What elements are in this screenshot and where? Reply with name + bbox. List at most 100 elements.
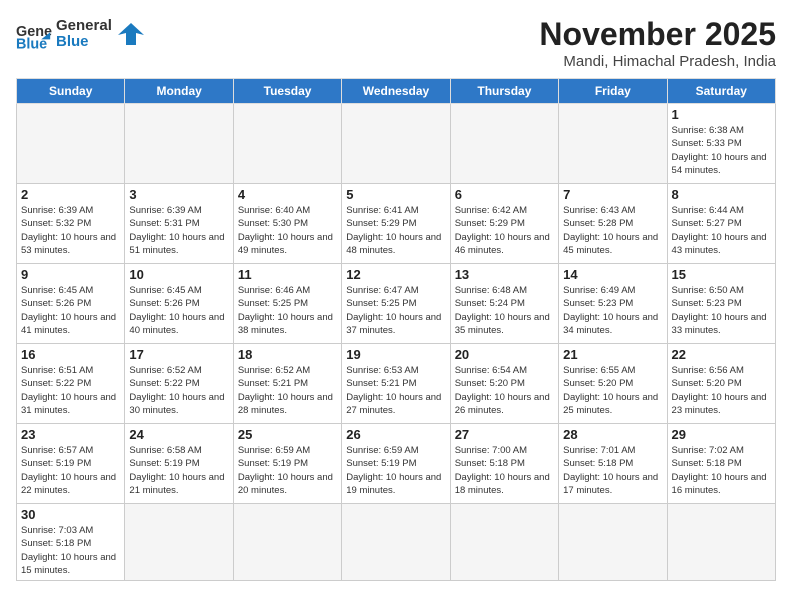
day-number: 17 [129,347,228,362]
day-number: 28 [563,427,662,442]
calendar-cell: 3Sunrise: 6:39 AMSunset: 5:31 PMDaylight… [125,184,233,264]
calendar-cell: 6 Sunrise: 6:42 AMSunset: 5:29 PMDaylight… [450,184,558,264]
weekday-header-thursday: Thursday [450,79,558,104]
day-number: 18 [238,347,337,362]
calendar-cell: 7 Sunrise: 6:43 AMSunset: 5:28 PMDaylight… [559,184,667,264]
day-number: 8 [672,187,771,202]
calendar-cell: 1 Sunrise: 6:38 AMSunset: 5:33 PMDaylight… [667,104,775,184]
day-info: Sunrise: 6:56 AMSunset: 5:20 PMDaylight:… [672,364,771,417]
calendar-cell: 29 Sunrise: 7:02 AMSunset: 5:18 PMDayligh… [667,424,775,504]
calendar-week-3: 9Sunrise: 6:45 AMSunset: 5:26 PMDaylight… [17,264,776,344]
calendar-cell [450,504,558,581]
day-info: Sunrise: 6:40 AMSunset: 5:30 PMDaylight:… [238,204,337,257]
day-info: Sunrise: 6:45 AMSunset: 5:26 PMDaylight:… [129,284,228,337]
calendar-cell: 13 Sunrise: 6:48 AMSunset: 5:24 PMDayligh… [450,264,558,344]
day-info: Sunrise: 6:41 AMSunset: 5:29 PMDaylight:… [346,204,445,257]
day-number: 7 [563,187,662,202]
calendar-cell [17,104,125,184]
day-info: Sunrise: 6:42 AMSunset: 5:29 PMDaylight:… [455,204,554,257]
day-info: Sunrise: 6:49 AMSunset: 5:23 PMDaylight:… [563,284,662,337]
location-title: Mandi, Himachal Pradesh, India [539,53,776,70]
day-info: Sunrise: 6:54 AMSunset: 5:20 PMDaylight:… [455,364,554,417]
day-number: 13 [455,267,554,282]
day-info: Sunrise: 6:58 AMSunset: 5:19 PMDaylight:… [129,444,228,497]
day-info: Sunrise: 7:00 AMSunset: 5:18 PMDaylight:… [455,444,554,497]
day-info: Sunrise: 6:38 AMSunset: 5:33 PMDaylight:… [672,124,771,177]
calendar-cell: 27Sunrise: 7:00 AMSunset: 5:18 PMDayligh… [450,424,558,504]
svg-text:Blue: Blue [16,36,47,52]
calendar-cell: 17 Sunrise: 6:52 AMSunset: 5:22 PMDayligh… [125,344,233,424]
calendar-cell: 2Sunrise: 6:39 AMSunset: 5:32 PMDaylight… [17,184,125,264]
day-number: 10 [129,267,228,282]
day-number: 3 [129,187,228,202]
calendar-cell: 10 Sunrise: 6:45 AMSunset: 5:26 PMDayligh… [125,264,233,344]
day-info: Sunrise: 6:46 AMSunset: 5:25 PMDaylight:… [238,284,337,337]
calendar-cell: 11Sunrise: 6:46 AMSunset: 5:25 PMDayligh… [233,264,341,344]
day-info: Sunrise: 6:59 AMSunset: 5:19 PMDaylight:… [238,444,337,497]
calendar-cell: 9Sunrise: 6:45 AMSunset: 5:26 PMDaylight… [17,264,125,344]
day-number: 25 [238,427,337,442]
day-number: 20 [455,347,554,362]
day-info: Sunrise: 6:39 AMSunset: 5:32 PMDaylight:… [21,204,120,257]
calendar-cell [450,104,558,184]
calendar-cell: 8 Sunrise: 6:44 AMSunset: 5:27 PMDaylight… [667,184,775,264]
day-number: 5 [346,187,445,202]
calendar-week-6: 30Sunrise: 7:03 AMSunset: 5:18 PMDayligh… [17,504,776,581]
weekday-header-row: SundayMondayTuesdayWednesdayThursdayFrid… [17,79,776,104]
logo: General Blue General Blue [16,16,146,52]
calendar-cell: 30Sunrise: 7:03 AMSunset: 5:18 PMDayligh… [17,504,125,581]
day-number: 16 [21,347,120,362]
day-number: 21 [563,347,662,362]
calendar-cell: 16Sunrise: 6:51 AMSunset: 5:22 PMDayligh… [17,344,125,424]
day-info: Sunrise: 6:44 AMSunset: 5:27 PMDaylight:… [672,204,771,257]
day-number: 12 [346,267,445,282]
calendar-cell: 28Sunrise: 7:01 AMSunset: 5:18 PMDayligh… [559,424,667,504]
calendar-cell: 22 Sunrise: 6:56 AMSunset: 5:20 PMDayligh… [667,344,775,424]
day-info: Sunrise: 6:53 AMSunset: 5:21 PMDaylight:… [346,364,445,417]
calendar-cell: 12 Sunrise: 6:47 AMSunset: 5:25 PMDayligh… [342,264,450,344]
day-info: Sunrise: 6:55 AMSunset: 5:20 PMDaylight:… [563,364,662,417]
calendar-cell [559,504,667,581]
calendar-cell: 20 Sunrise: 6:54 AMSunset: 5:20 PMDayligh… [450,344,558,424]
calendar-cell: 14 Sunrise: 6:49 AMSunset: 5:23 PMDayligh… [559,264,667,344]
calendar-cell: 23Sunrise: 6:57 AMSunset: 5:19 PMDayligh… [17,424,125,504]
weekday-header-wednesday: Wednesday [342,79,450,104]
day-info: Sunrise: 6:52 AMSunset: 5:21 PMDaylight:… [238,364,337,417]
day-number: 30 [21,507,120,522]
calendar-cell: 18 Sunrise: 6:52 AMSunset: 5:21 PMDayligh… [233,344,341,424]
weekday-header-saturday: Saturday [667,79,775,104]
logo-bird-icon [116,19,146,49]
day-info: Sunrise: 6:47 AMSunset: 5:25 PMDaylight:… [346,284,445,337]
day-number: 23 [21,427,120,442]
calendar-cell [125,104,233,184]
day-number: 14 [563,267,662,282]
calendar-cell [125,504,233,581]
calendar-cell: 21 Sunrise: 6:55 AMSunset: 5:20 PMDayligh… [559,344,667,424]
month-title: November 2025 [539,16,776,53]
day-number: 4 [238,187,337,202]
day-info: Sunrise: 6:48 AMSunset: 5:24 PMDaylight:… [455,284,554,337]
day-number: 19 [346,347,445,362]
calendar-table: SundayMondayTuesdayWednesdayThursdayFrid… [16,78,776,581]
calendar-cell [559,104,667,184]
calendar-cell: 4 Sunrise: 6:40 AMSunset: 5:30 PMDaylight… [233,184,341,264]
day-number: 22 [672,347,771,362]
calendar-cell: 24 Sunrise: 6:58 AMSunset: 5:19 PMDayligh… [125,424,233,504]
weekday-header-monday: Monday [125,79,233,104]
day-number: 29 [672,427,771,442]
day-info: Sunrise: 6:52 AMSunset: 5:22 PMDaylight:… [129,364,228,417]
day-info: Sunrise: 6:43 AMSunset: 5:28 PMDaylight:… [563,204,662,257]
day-number: 15 [672,267,771,282]
day-number: 6 [455,187,554,202]
header: General Blue General Blue November 2025 … [16,16,776,70]
title-block: November 2025 Mandi, Himachal Pradesh, I… [539,16,776,70]
calendar-cell [233,104,341,184]
day-info: Sunrise: 7:02 AMSunset: 5:18 PMDaylight:… [672,444,771,497]
calendar-cell [233,504,341,581]
logo-blue: Blue [56,34,112,51]
day-number: 1 [672,107,771,122]
calendar-cell [667,504,775,581]
day-number: 24 [129,427,228,442]
calendar-cell: 25 Sunrise: 6:59 AMSunset: 5:19 PMDayligh… [233,424,341,504]
calendar-cell [342,504,450,581]
